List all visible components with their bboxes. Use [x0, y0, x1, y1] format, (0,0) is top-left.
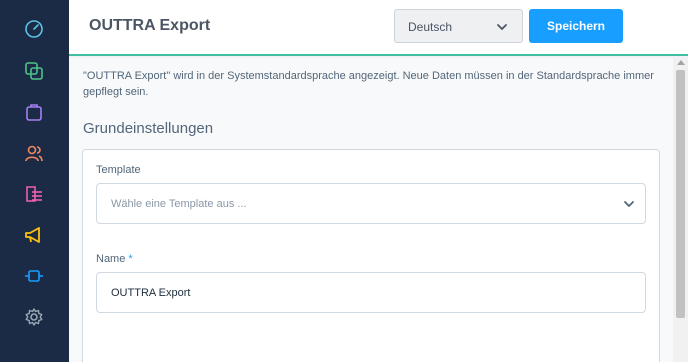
language-notice: "OUTTRA Export" wird in der Systemstanda… [83, 70, 654, 98]
settings-icon[interactable] [22, 305, 46, 329]
required-marker: * [128, 253, 133, 265]
page-header: OUTTRA Export Deutsch Speichern [69, 0, 688, 56]
template-placeholder: Wähle eine Template aus ... [111, 198, 247, 210]
chevron-down-icon [497, 24, 507, 30]
language-select-value: Deutsch [408, 20, 453, 34]
name-label: Name * [96, 253, 133, 265]
name-label-text: Name [96, 253, 126, 265]
scrollbar-thumb[interactable] [676, 70, 685, 318]
page-title: OUTTRA Export [89, 17, 211, 34]
section-title: Grundeinstellungen [83, 120, 214, 137]
name-input-value: OUTTRA Export [111, 287, 191, 299]
scrollbar[interactable] [673, 58, 688, 362]
catalog-icon[interactable] [22, 59, 46, 83]
customers-icon[interactable] [22, 141, 46, 165]
dashboard-icon[interactable] [22, 17, 46, 41]
chevron-down-icon [624, 201, 634, 207]
scroll-up-arrow-icon[interactable] [677, 60, 685, 65]
main-content: "OUTTRA Export" wird in der Systemstanda… [69, 58, 673, 362]
content-icon[interactable] [22, 182, 46, 206]
marketing-icon[interactable] [22, 223, 46, 247]
orders-icon[interactable] [22, 100, 46, 124]
extensions-icon[interactable] [22, 264, 46, 288]
template-select[interactable]: Wähle eine Template aus ... [96, 183, 646, 224]
template-label: Template [96, 164, 141, 176]
save-button[interactable]: Speichern [529, 9, 623, 43]
language-select[interactable]: Deutsch [394, 9, 523, 43]
settings-card: Template Wähle eine Template aus ... Nam… [82, 149, 660, 362]
admin-sidebar [0, 0, 69, 362]
name-input[interactable]: OUTTRA Export [96, 272, 646, 313]
